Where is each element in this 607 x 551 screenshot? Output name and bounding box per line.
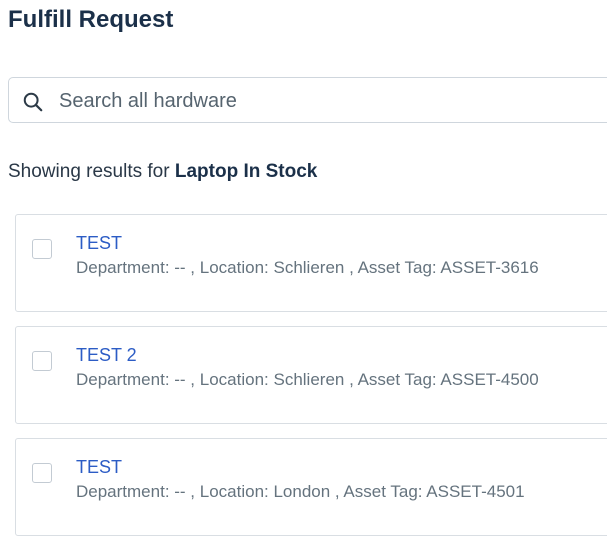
search-bar[interactable]	[8, 77, 607, 123]
result-card: TEST Department: -- , Location: Schliere…	[15, 214, 607, 312]
result-title-link[interactable]: TEST	[76, 455, 122, 479]
search-icon	[23, 92, 43, 112]
result-meta: Department: -- , Location: Schlieren , A…	[76, 370, 539, 389]
search-input[interactable]	[59, 86, 579, 116]
result-checkbox[interactable]	[32, 351, 52, 371]
result-card: TEST Department: -- , Location: London ,…	[15, 438, 607, 536]
result-checkbox[interactable]	[32, 239, 52, 259]
result-checkbox[interactable]	[32, 463, 52, 483]
result-meta: Department: -- , Location: London , Asse…	[76, 482, 525, 501]
results-summary-prefix: Showing results for	[8, 161, 170, 182]
result-title-link[interactable]: TEST	[76, 231, 122, 255]
page-title: Fulfill Request	[8, 6, 174, 33]
result-title-link[interactable]: TEST 2	[76, 343, 137, 367]
result-card: TEST 2 Department: -- , Location: Schlie…	[15, 326, 607, 424]
result-meta: Department: -- , Location: Schlieren , A…	[76, 258, 539, 277]
results-summary: Showing results for Laptop In Stock	[8, 159, 317, 185]
results-query: Laptop In Stock	[174, 161, 318, 182]
